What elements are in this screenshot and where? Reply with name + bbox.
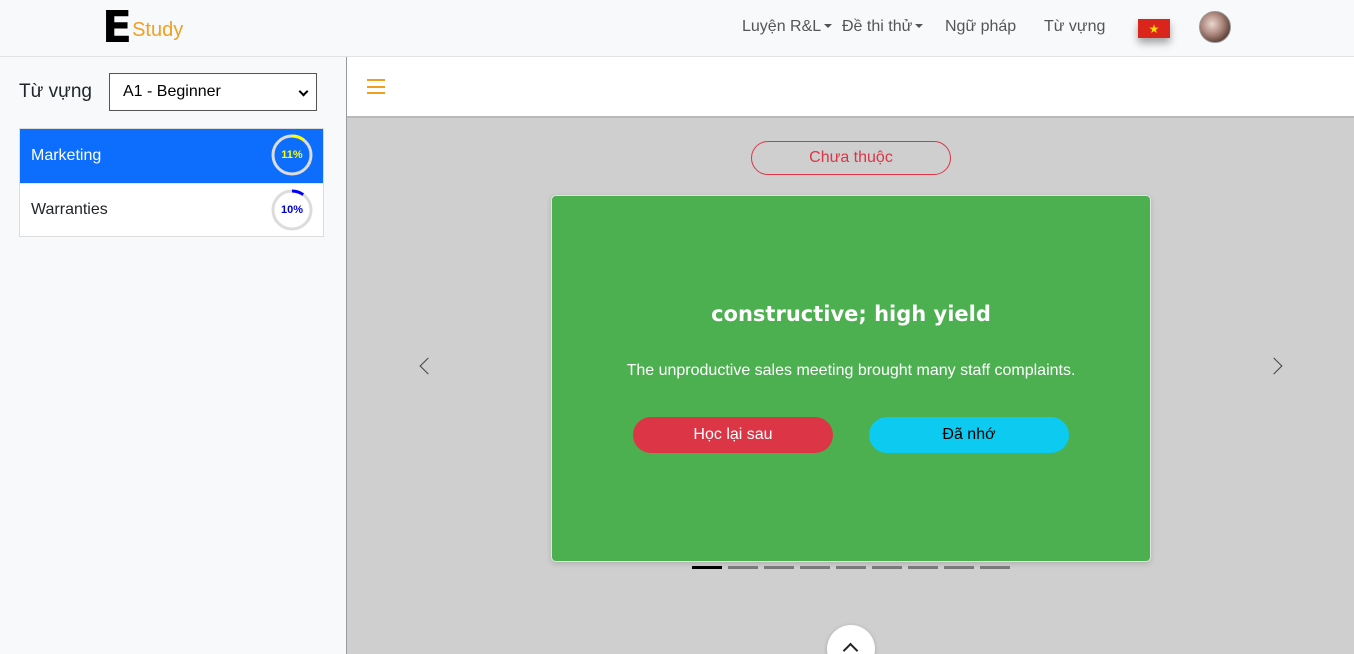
caret-down-icon: [824, 23, 833, 28]
flag-star-icon: ★: [1148, 21, 1160, 36]
remembered-button[interactable]: Đã nhớ: [869, 417, 1069, 453]
flashcard[interactable]: constructive; high yield The unproductiv…: [551, 195, 1151, 562]
carousel-indicator[interactable]: [800, 566, 830, 569]
topic-label: Warranties: [31, 201, 108, 218]
carousel-indicator[interactable]: [908, 566, 938, 569]
nav-luyen-rl[interactable]: Luyện R&L: [742, 17, 833, 37]
nav-tu-vung[interactable]: Từ vựng: [1044, 17, 1105, 37]
logo-study: Study: [132, 19, 184, 41]
learn-later-button[interactable]: Học lại sau: [633, 417, 833, 453]
progress-ring: 10%: [271, 189, 313, 231]
carousel-indicator[interactable]: [836, 566, 866, 569]
topic-label: Marketing: [31, 147, 102, 164]
logo-e: E: [102, 2, 132, 53]
topic-item-marketing[interactable]: Marketing 11%: [20, 129, 323, 183]
carousel-indicators: [692, 566, 1010, 569]
vietnam-flag-icon[interactable]: ★: [1138, 19, 1170, 38]
nav-ngu-phap[interactable]: Ngữ pháp: [945, 17, 1016, 37]
carousel-indicator[interactable]: [764, 566, 794, 569]
level-select-value: A1 - Beginner: [123, 83, 221, 100]
main-header: [347, 57, 1354, 118]
chevron-right-icon[interactable]: [1268, 356, 1288, 376]
top-navbar: E Study Luyện R&L Đề thi thử Ngữ pháp Từ…: [0, 0, 1354, 57]
chevron-down-icon: [298, 86, 309, 97]
progress-text: 11%: [281, 149, 303, 161]
progress-text: 10%: [280, 204, 304, 216]
carousel-indicator[interactable]: [980, 566, 1010, 569]
flashcard-example: The unproductive sales meeting brought m…: [626, 362, 1076, 379]
user-avatar[interactable]: [1199, 11, 1231, 43]
progress-ring: 11%: [271, 134, 313, 176]
scroll-to-top-button[interactable]: [827, 625, 875, 654]
topic-item-warranties[interactable]: Warranties 10%: [20, 183, 323, 236]
chevron-left-icon[interactable]: [416, 356, 436, 376]
hamburger-menu-icon[interactable]: [367, 79, 385, 94]
level-select[interactable]: A1 - Beginner: [109, 73, 317, 111]
carousel-indicator[interactable]: [728, 566, 758, 569]
flashcard-word: constructive; high yield: [711, 302, 991, 326]
nav-de-thi-thu-label: Đề thi thử: [842, 18, 913, 35]
sidebar-title: Từ vựng: [19, 81, 92, 102]
carousel-indicator[interactable]: [872, 566, 902, 569]
nav-luyen-rl-label: Luyện R&L: [742, 18, 822, 35]
nav-de-thi-thu[interactable]: Đề thi thử: [842, 17, 924, 37]
topic-list: Marketing 11% Warranties 10%: [19, 128, 324, 237]
sidebar: Từ vựng A1 - Beginner Marketing 11% Warr…: [0, 57, 347, 654]
carousel-indicator[interactable]: [944, 566, 974, 569]
caret-down-icon: [915, 23, 924, 28]
estudy-logo[interactable]: E Study: [102, 2, 184, 53]
carousel-indicator[interactable]: [692, 566, 722, 569]
status-not-learned-button[interactable]: Chưa thuộc: [751, 141, 951, 175]
